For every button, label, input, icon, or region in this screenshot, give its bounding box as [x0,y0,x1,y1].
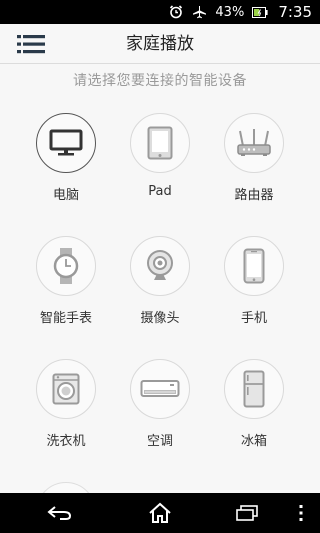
page-title: 家庭播放 [126,34,194,54]
device-icon-circle [224,113,284,173]
monitor-icon [49,129,83,156]
alarm-icon [169,5,183,19]
airplane-mode-icon [191,5,207,19]
overflow-menu-button[interactable] [288,501,314,525]
device-smartwatch[interactable]: 智能手表 [21,236,111,326]
device-selection-prompt: 请选择您要连接的智能设备 [73,73,247,89]
device-icon-circle [130,359,190,419]
device-label: 电脑 [52,188,79,203]
battery-icon [252,6,268,18]
smartwatch-icon [53,248,79,284]
device-washing-machine[interactable]: 洗衣机 [21,359,111,449]
device-icon-circle [224,359,284,419]
tablet-icon [147,126,173,160]
recent-apps-icon [236,505,258,521]
overflow-menu-icon [299,505,303,521]
menu-button[interactable] [17,33,47,55]
device-icon-circle [36,236,96,296]
device-label: 手机 [240,311,267,326]
webcam-icon [147,250,173,280]
device-computer[interactable]: 电脑 [21,113,111,203]
device-camera[interactable]: 摄像头 [115,236,205,326]
device-icon-circle [130,236,190,296]
air-conditioner-icon [140,380,180,397]
device-icon-circle [36,359,96,419]
clock-time: 7:35 [278,3,312,21]
device-label: 摄像头 [140,311,180,326]
system-navigation-bar [0,493,320,533]
home-button[interactable] [145,501,175,525]
device-phone[interactable]: 手机 [209,236,299,326]
router-icon [237,129,271,156]
device-air-conditioner[interactable]: 空调 [115,359,205,449]
device-icon-circle [130,113,190,173]
device-label: 空调 [146,434,173,449]
device-label: Pad [148,184,172,199]
battery-percent: 43% [215,4,245,20]
device-label: 冰箱 [240,434,267,449]
menu-list-icon [17,35,45,54]
back-button[interactable] [45,501,75,525]
smartphone-icon [243,248,265,284]
device-icon-circle [36,113,96,173]
device-router[interactable]: 路由器 [209,113,299,203]
back-icon [47,506,72,520]
device-label: 路由器 [234,188,274,203]
app-header: 家庭播放 [0,24,320,64]
recent-apps-button[interactable] [232,501,262,525]
device-label: 洗衣机 [46,434,86,449]
washing-machine-icon [52,373,80,405]
device-icon-circle [224,236,284,296]
device-pad[interactable]: Pad [115,113,205,199]
status-bar: 43% 7:35 [0,0,320,24]
device-label: 智能手表 [39,311,92,326]
refrigerator-icon [243,370,265,408]
home-icon [149,502,171,523]
device-refrigerator[interactable]: 冰箱 [209,359,299,449]
